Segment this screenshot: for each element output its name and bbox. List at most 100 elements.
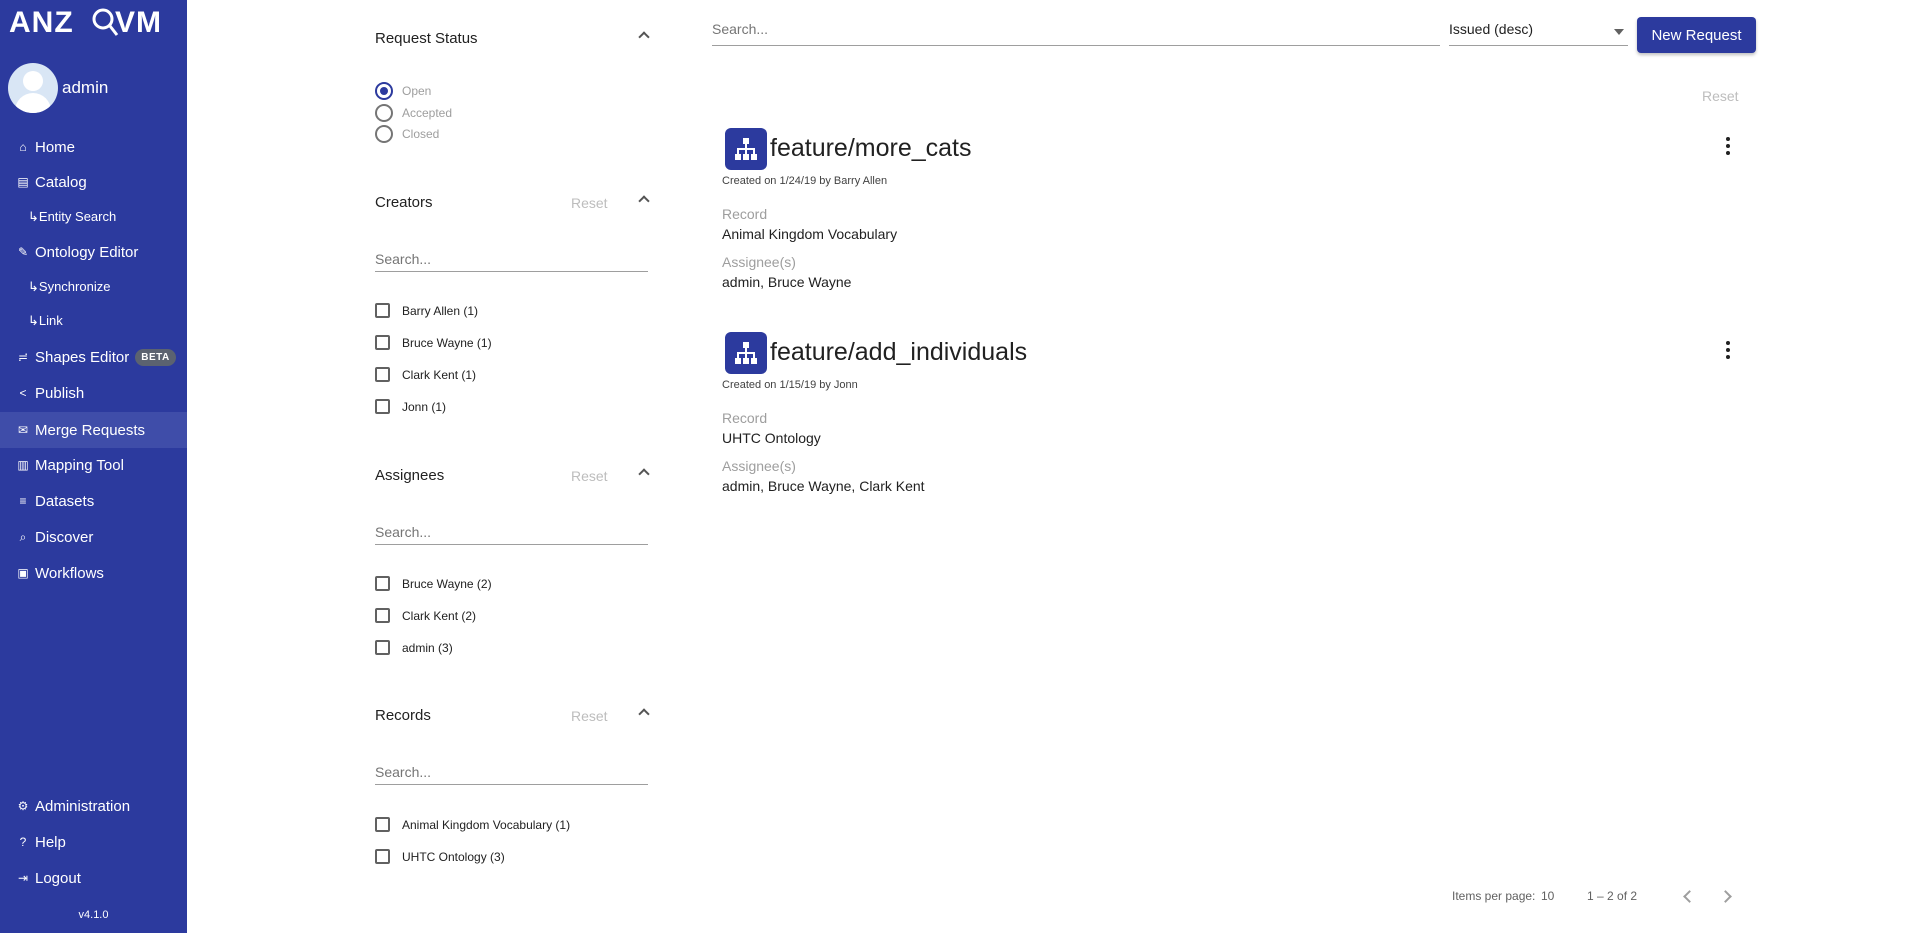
sort-value: Issued (desc) bbox=[1449, 21, 1534, 37]
next-page-icon[interactable] bbox=[1717, 886, 1737, 906]
status-option-closed[interactable]: Closed bbox=[375, 125, 439, 143]
version-label: v4.1.0 bbox=[78, 909, 109, 921]
workflow-icon: ▣ bbox=[17, 566, 29, 580]
sidebar-item-merge-requests[interactable]: ✉ Merge Requests bbox=[0, 412, 187, 448]
checkbox-label: Animal Kingdom Vocabulary (1) bbox=[402, 817, 571, 832]
more-options-icon[interactable] bbox=[1722, 341, 1734, 361]
sidebar-item-home[interactable]: ⌂ Home bbox=[0, 130, 187, 164]
checkbox-icon bbox=[375, 817, 390, 832]
request-title[interactable]: feature/more_cats bbox=[770, 134, 972, 163]
checkbox-label: Clark Kent (1) bbox=[402, 367, 477, 382]
page-size-select[interactable]: 10 bbox=[1541, 889, 1554, 903]
radio-icon bbox=[375, 104, 393, 122]
merge-request-item[interactable]: feature/add_individuals Created on 1/15/… bbox=[722, 332, 1742, 502]
sidebar-item-publish[interactable]: < Publish bbox=[0, 376, 187, 410]
sidebar-item-catalog[interactable]: ▤ Catalog bbox=[0, 165, 187, 199]
sidebar-item-ontology-editor[interactable]: ✎ Ontology Editor bbox=[0, 235, 187, 269]
checkbox-label: admin (3) bbox=[402, 640, 453, 655]
record-filter-item[interactable]: UHTC Ontology (3) bbox=[375, 849, 505, 864]
creator-filter-item[interactable]: Bruce Wayne (1) bbox=[375, 335, 492, 350]
hierarchy-icon bbox=[725, 332, 767, 374]
sidebar-item-entity-search[interactable]: ↳Entity Search bbox=[0, 200, 187, 234]
reset-button[interactable]: Reset bbox=[1702, 88, 1739, 104]
assignees-reset-button[interactable]: Reset bbox=[571, 468, 608, 484]
checkbox-label: Jonn (1) bbox=[402, 399, 447, 414]
sidebar-item-label: ↳Link bbox=[28, 313, 63, 328]
records-search-input[interactable]: Search... bbox=[375, 761, 648, 785]
more-options-icon[interactable] bbox=[1722, 137, 1734, 157]
assignee-filter-item[interactable]: Clark Kent (2) bbox=[375, 608, 476, 623]
sidebar-item-link[interactable]: ↳Link bbox=[0, 304, 187, 338]
request-status-title: Request Status bbox=[375, 30, 478, 47]
checkbox-icon bbox=[375, 576, 390, 591]
record-label: Record bbox=[722, 410, 768, 426]
collapse-creators-icon[interactable] bbox=[638, 194, 648, 204]
assignees-search-input[interactable]: Search... bbox=[375, 521, 648, 545]
new-request-button[interactable]: New Request bbox=[1637, 17, 1756, 53]
radio-checked-icon bbox=[375, 82, 393, 100]
collapse-assignees-icon[interactable] bbox=[638, 467, 648, 477]
record-filter-item[interactable]: Animal Kingdom Vocabulary (1) bbox=[375, 817, 570, 832]
checkbox-icon bbox=[375, 399, 390, 414]
checkbox-icon bbox=[375, 367, 390, 382]
request-title[interactable]: feature/add_individuals bbox=[770, 338, 1027, 367]
creator-filter-item[interactable]: Barry Allen (1) bbox=[375, 303, 478, 318]
sidebar-item-label: Discover bbox=[35, 528, 94, 546]
record-label: Record bbox=[722, 206, 768, 222]
sidebar-item-label: Catalog bbox=[35, 173, 87, 191]
request-search-input[interactable]: Search... bbox=[712, 18, 1440, 46]
sidebar-item-label: Administration bbox=[35, 797, 131, 815]
sidebar-item-label: Logout bbox=[35, 869, 81, 887]
question-icon: ? bbox=[19, 835, 27, 849]
sidebar-item-administration[interactable]: ⚙ Administration bbox=[0, 789, 187, 823]
avatar bbox=[8, 63, 58, 113]
creators-search-input[interactable]: Search... bbox=[375, 248, 648, 272]
sidebar-item-workflows[interactable]: ▣ Workflows bbox=[0, 556, 187, 590]
creator-filter-item[interactable]: Clark Kent (1) bbox=[375, 367, 476, 382]
collapse-status-icon[interactable] bbox=[638, 30, 648, 40]
shapes-icon: ≓ bbox=[17, 350, 29, 364]
sidebar-item-mapping-tool[interactable]: ▥ Mapping Tool bbox=[0, 448, 187, 482]
sidebar-item-help[interactable]: ? Help bbox=[0, 825, 187, 859]
beta-badge: BETA bbox=[135, 348, 176, 366]
assignees-label: Assignee(s) bbox=[722, 458, 796, 474]
records-reset-button[interactable]: Reset bbox=[571, 708, 608, 724]
radio-label: Open bbox=[402, 84, 432, 98]
gear-icon: ⚙ bbox=[17, 799, 29, 813]
radio-label: Accepted bbox=[402, 106, 453, 120]
user-profile[interactable]: admin bbox=[8, 63, 108, 113]
checkbox-icon bbox=[375, 849, 390, 864]
app-logo[interactable]: ANZ VM bbox=[9, 4, 187, 48]
sidebar-item-label: ↳Entity Search bbox=[28, 209, 117, 224]
status-option-accepted[interactable]: Accepted bbox=[375, 104, 452, 122]
assignees-value: admin, Bruce Wayne, Clark Kent bbox=[722, 478, 925, 494]
user-name: admin bbox=[62, 78, 109, 97]
envelope-icon: ✉ bbox=[17, 423, 29, 437]
assignee-filter-item[interactable]: admin (3) bbox=[375, 640, 453, 655]
assignees-title: Assignees bbox=[375, 467, 445, 484]
merge-request-item[interactable]: feature/more_cats Created on 1/24/19 by … bbox=[722, 128, 1742, 298]
checkbox-icon bbox=[375, 303, 390, 318]
request-created: Created on 1/15/19 by Jonn bbox=[722, 379, 858, 391]
sidebar-item-synchronize[interactable]: ↳Synchronize bbox=[0, 270, 187, 304]
svg-text:ANZ: ANZ bbox=[9, 6, 74, 39]
collapse-records-icon[interactable] bbox=[638, 707, 648, 717]
request-created: Created on 1/24/19 by Barry Allen bbox=[722, 175, 888, 187]
assignee-filter-item[interactable]: Bruce Wayne (2) bbox=[375, 576, 492, 591]
previous-page-icon[interactable] bbox=[1678, 886, 1698, 906]
status-option-open[interactable]: Open bbox=[375, 82, 431, 100]
creators-reset-button[interactable]: Reset bbox=[571, 195, 608, 211]
sidebar-item-label: Home bbox=[35, 138, 76, 156]
sidebar-item-label: Shapes Editor bbox=[35, 348, 130, 366]
creator-filter-item[interactable]: Jonn (1) bbox=[375, 399, 446, 414]
sidebar-item-shapes-editor[interactable]: ≓ Shapes Editor BETA bbox=[0, 340, 187, 374]
sidebar-item-datasets[interactable]: ≡ Datasets bbox=[0, 484, 187, 518]
sort-select[interactable]: Issued (desc) bbox=[1449, 18, 1628, 46]
sidebar-item-label: Merge Requests bbox=[35, 421, 146, 439]
sidebar-item-label: Workflows bbox=[35, 564, 104, 582]
sidebar-item-label: Ontology Editor bbox=[35, 243, 139, 261]
page-range: 1 – 2 of 2 bbox=[1587, 889, 1638, 903]
sidebar-item-discover[interactable]: ⌕ Discover bbox=[0, 520, 187, 554]
record-value: UHTC Ontology bbox=[722, 430, 821, 446]
sidebar-item-logout[interactable]: ⇥ Logout bbox=[0, 861, 187, 895]
